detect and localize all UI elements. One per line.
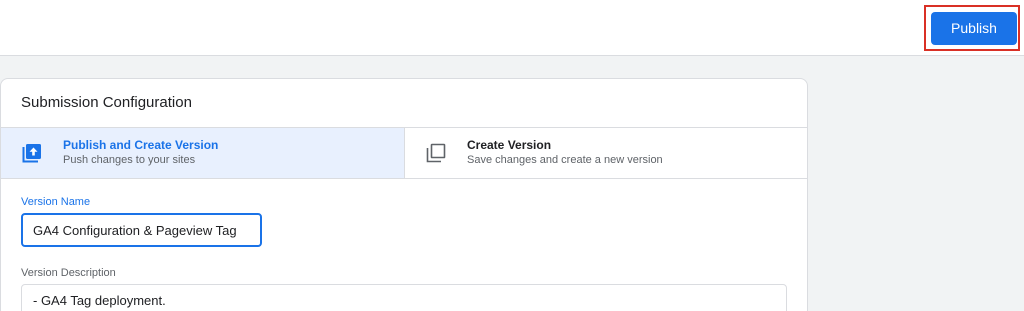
create-version-icon [426,143,446,163]
option-subtitle: Save changes and create a new version [467,154,663,166]
publish-page: Publish Submission Configuration Publish… [0,0,1024,311]
option-subtitle: Push changes to your sites [63,154,196,166]
version-name-label: Version Name [21,196,91,208]
version-description-label: Version Description [21,267,116,279]
submission-configuration-panel: Submission Configuration Publish and Cre… [0,78,808,311]
top-bar: Publish [0,0,1024,56]
publish-upload-icon [22,143,42,163]
version-name-input[interactable] [21,213,262,247]
option-title: Create Version [467,138,552,152]
panel-title: Submission Configuration [21,94,192,111]
option-create-version[interactable]: Create Version Save changes and create a… [405,128,807,178]
option-title: Publish and Create Version [63,138,219,152]
publish-button[interactable]: Publish [931,12,1017,45]
option-publish-and-create-version[interactable]: Publish and Create Version Push changes … [1,128,405,178]
submission-options: Publish and Create Version Push changes … [1,127,807,179]
version-description-input[interactable]: - GA4 Tag deployment. [21,284,787,311]
